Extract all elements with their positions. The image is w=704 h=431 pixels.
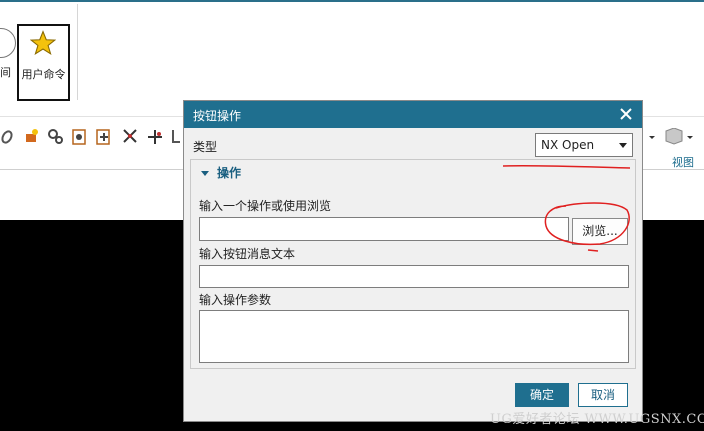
- align-constraint-icon[interactable]: [94, 126, 114, 148]
- params-textarea[interactable]: [199, 310, 629, 363]
- cancel-button[interactable]: 取消: [578, 383, 628, 407]
- message-input[interactable]: [199, 265, 629, 288]
- star-icon: [30, 30, 56, 56]
- action-input[interactable]: [199, 217, 569, 241]
- type-dropdown-value: NX Open: [541, 138, 595, 152]
- constraint-icon[interactable]: [70, 126, 90, 148]
- move-component-icon[interactable]: [120, 126, 140, 148]
- action-label: 输入一个操作或使用浏览: [199, 199, 332, 213]
- params-label: 输入操作参数: [199, 293, 272, 307]
- collapse-triangle-icon: [201, 171, 209, 176]
- brush-icon[interactable]: [22, 126, 42, 148]
- ok-button[interactable]: 确定: [515, 383, 569, 407]
- dialog-title: 按钮操作: [193, 109, 242, 123]
- browse-button[interactable]: 浏览...: [572, 218, 628, 245]
- action-group-title: 操作: [217, 166, 242, 180]
- watermark: UG爱好者论坛 WWW.UGSNX.COM: [490, 412, 704, 427]
- view-cube-icon[interactable]: [644, 127, 700, 148]
- clock-icon[interactable]: [0, 28, 16, 58]
- ribbon-partial-label: 间: [0, 66, 11, 79]
- message-label: 输入按钮消息文本: [199, 247, 296, 261]
- user-command-button[interactable]: 用户命令: [17, 24, 70, 101]
- ribbon-separator: [77, 4, 78, 100]
- chevron-down-icon: [619, 143, 627, 148]
- view-group-label: 视图: [672, 156, 694, 169]
- type-label: 类型: [193, 140, 218, 154]
- user-command-label: 用户命令: [21, 68, 66, 81]
- type-dropdown[interactable]: NX Open: [535, 133, 633, 157]
- ribbon-top-border: [0, 0, 704, 2]
- transform-icon[interactable]: [145, 126, 165, 148]
- action-group-header[interactable]: 操作: [201, 164, 241, 181]
- gear-assembly-icon[interactable]: [46, 126, 66, 148]
- dialog-titlebar: 按钮操作: [184, 101, 642, 128]
- close-icon[interactable]: [616, 104, 636, 124]
- ribbon-right-tools: [644, 127, 700, 151]
- link-icon[interactable]: [0, 126, 20, 148]
- button-action-dialog: 按钮操作 类型 NX Open 操作 输入一个操作或使用浏览 浏览... 输入按…: [183, 100, 643, 422]
